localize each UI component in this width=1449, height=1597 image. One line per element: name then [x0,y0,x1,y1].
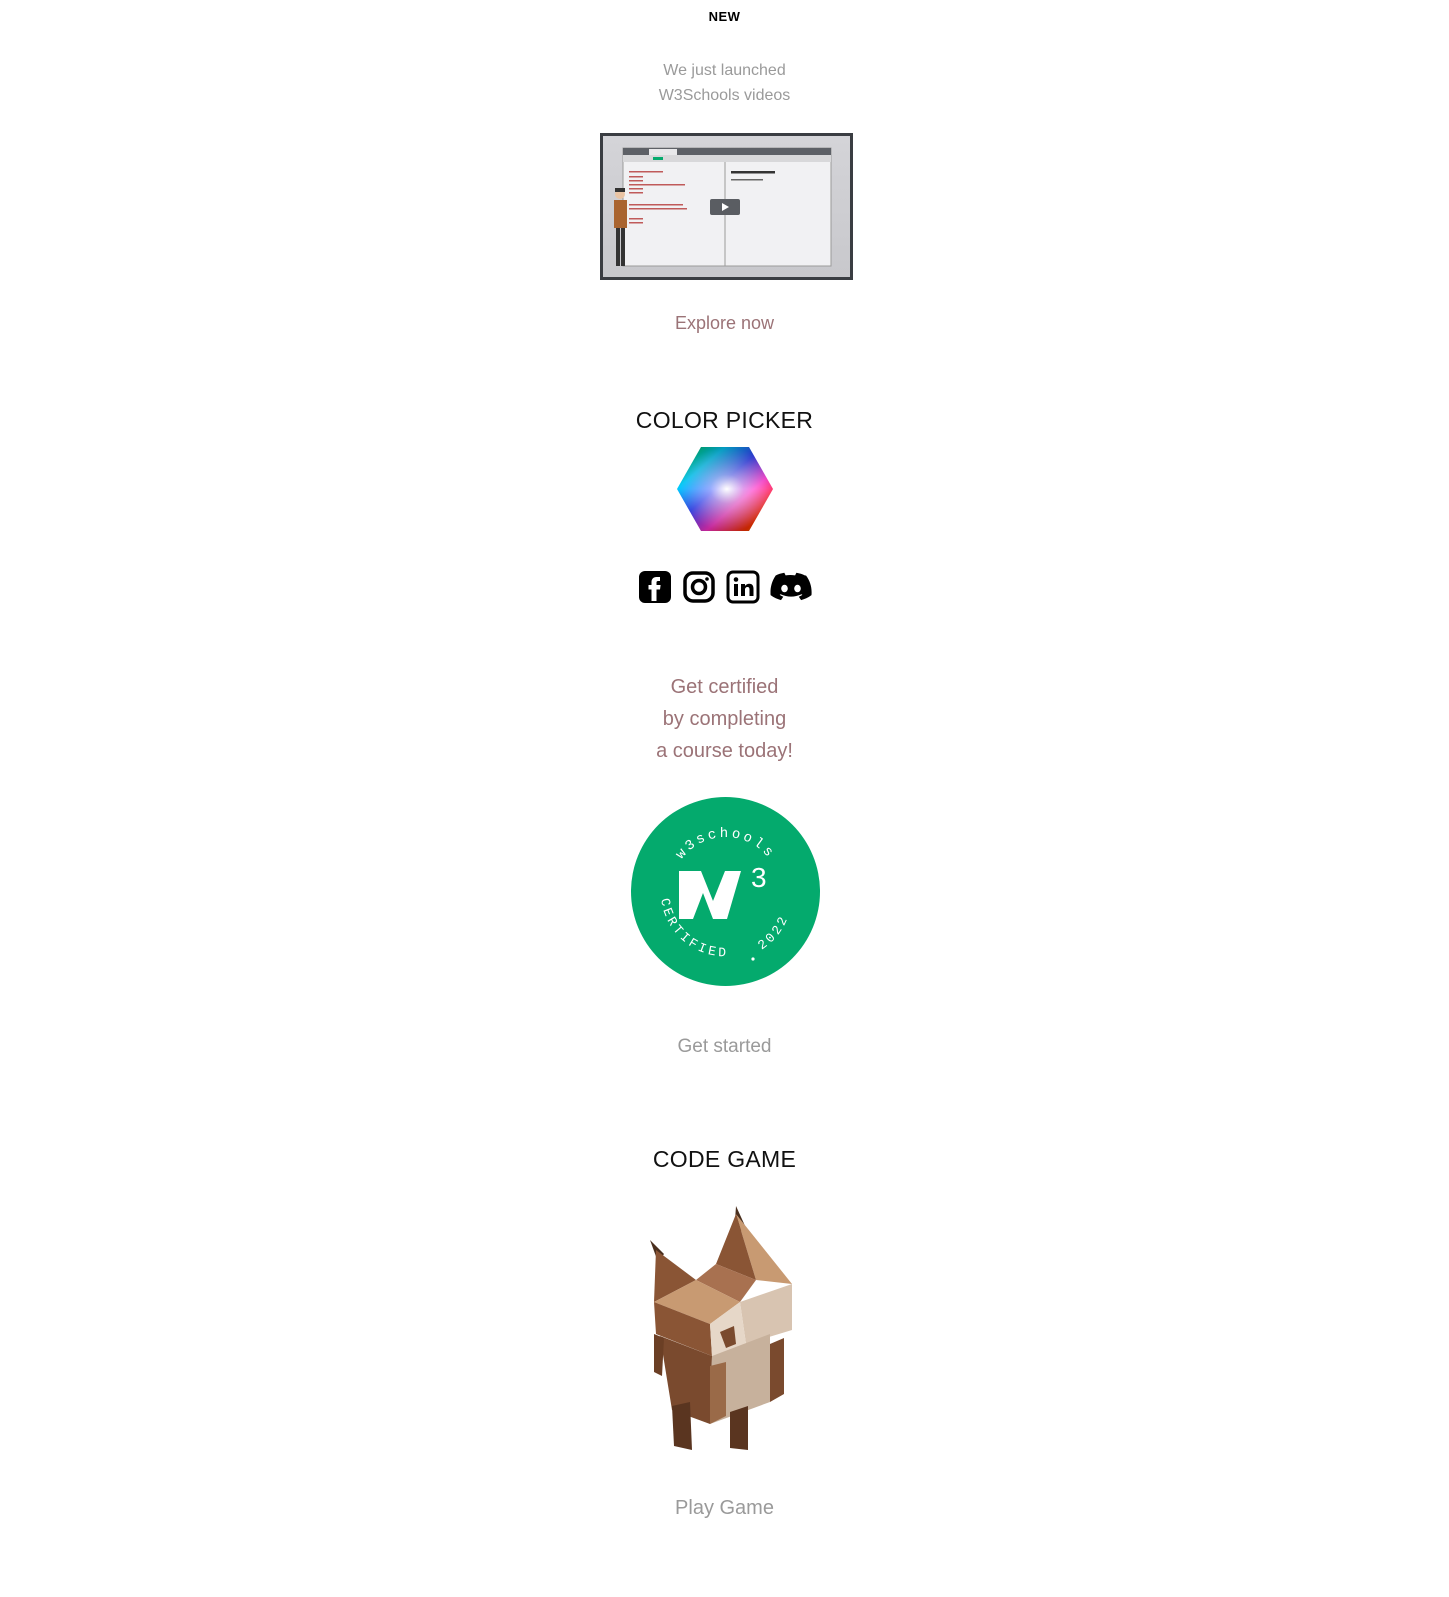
get-certified-line-3: a course today! [656,740,793,762]
sidebar-promotions: NEW We just launched W3Schools videos Ex… [0,0,1449,1597]
facebook-icon[interactable] [638,570,672,604]
get-certified-text: Get certified by completing a course tod… [0,671,1449,767]
video-launch-line-1: We just launched [663,62,786,79]
video-thumbnail-screen [603,136,850,277]
linkedin-icon[interactable] [726,570,760,604]
get-started-link[interactable]: Get started [0,1036,1449,1058]
lynx-mascot-icon[interactable] [650,1206,800,1452]
w3schools-certified-badge[interactable]: w3schools CERTIFIED 2022 3 [631,797,820,986]
color-hexagon-icon[interactable] [677,447,773,531]
get-certified-line-1: Get certified [670,676,779,698]
new-label: NEW [708,9,741,24]
explore-now-link[interactable]: Explore now [0,313,1449,334]
discord-icon[interactable] [769,570,812,604]
video-launch-text: We just launched W3Schools videos [0,58,1449,108]
play-game-link[interactable]: Play Game [0,1497,1449,1520]
video-preview-graphic [614,147,832,267]
svg-text:3: 3 [751,862,767,893]
social-links [0,570,1449,606]
code-game-title: CODE GAME [652,1146,797,1172]
instagram-icon[interactable] [682,570,716,604]
get-certified-line-2: by completing [662,708,787,730]
video-thumbnail[interactable] [600,133,853,280]
video-launch-line-2: W3Schools videos [658,87,791,104]
color-picker-title: COLOR PICKER [635,407,814,433]
